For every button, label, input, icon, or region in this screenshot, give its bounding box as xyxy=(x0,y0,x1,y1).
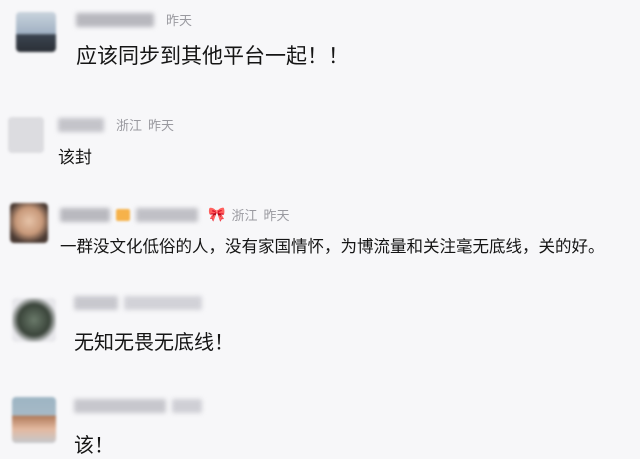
comment-meta xyxy=(74,399,208,413)
username[interactable] xyxy=(74,296,118,310)
comment-time: 昨天 xyxy=(166,14,193,29)
avatar[interactable] xyxy=(8,117,44,153)
comment-location: 浙江 xyxy=(231,209,258,224)
username[interactable] xyxy=(60,207,110,222)
username-suffix xyxy=(172,399,202,413)
username[interactable] xyxy=(74,399,166,413)
comment-text: 该封 xyxy=(58,148,92,168)
comment-item: 无知无畏无底线！ xyxy=(0,280,640,375)
username-suffix xyxy=(124,296,202,310)
avatar[interactable] xyxy=(16,12,56,52)
comment-meta xyxy=(74,296,208,310)
comment-time: 昨天 xyxy=(148,119,175,134)
avatar[interactable] xyxy=(12,298,56,342)
comment-item: 昨天 应该同步到其他平台一起！！ xyxy=(0,0,640,95)
comment-meta: 🎀 浙江 昨天 xyxy=(60,205,289,224)
comment-text: 一群没文化低俗的人，没有家国情怀，为博流量和关注毫无底线，关的好。 xyxy=(60,237,605,256)
level-badge xyxy=(116,208,130,221)
comment-meta: 昨天 xyxy=(76,10,192,29)
username[interactable] xyxy=(58,117,104,132)
comment-time: 昨天 xyxy=(263,209,290,224)
bow-icon: 🎀 xyxy=(208,206,226,223)
avatar[interactable] xyxy=(10,203,48,243)
comment-item: 🎀 浙江 昨天 一群没文化低俗的人，没有家国情怀，为博流量和关注毫无底线，关的好… xyxy=(0,185,640,280)
comment-location: 浙江 xyxy=(116,119,143,134)
comment-text: 该！ xyxy=(74,433,114,457)
comment-text: 应该同步到其他平台一起！！ xyxy=(76,44,349,68)
username[interactable] xyxy=(76,12,154,27)
comment-item: 该！ xyxy=(0,375,640,459)
username-suffix xyxy=(136,207,198,222)
comment-text: 无知无畏无底线！ xyxy=(74,330,234,354)
comment-item: 浙江 昨天 该封 xyxy=(0,95,640,185)
avatar[interactable] xyxy=(12,397,56,443)
comment-meta: 浙江 昨天 xyxy=(58,115,174,134)
